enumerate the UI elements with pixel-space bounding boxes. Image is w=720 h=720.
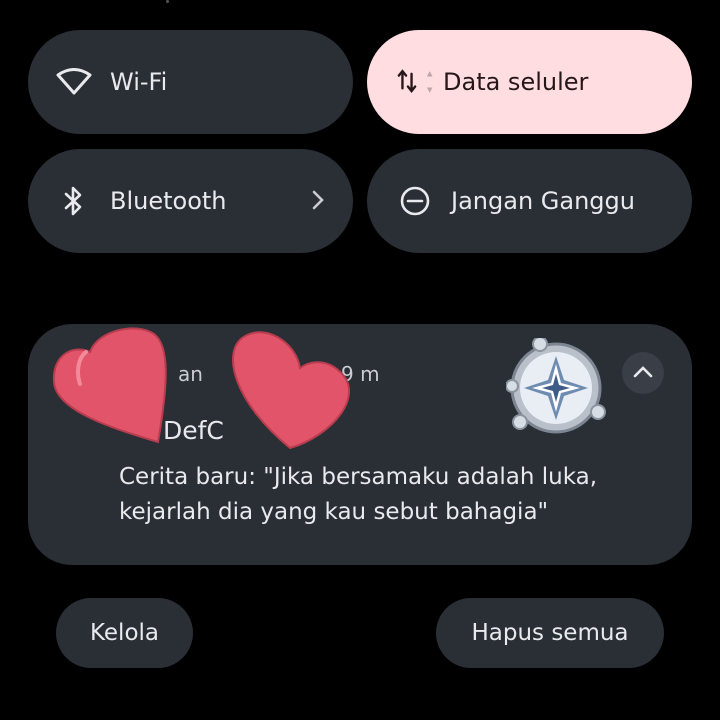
chevron-right-icon[interactable] bbox=[311, 187, 325, 219]
clear-all-button[interactable]: Hapus semua bbox=[436, 598, 664, 668]
notification-body: Cerita baru: "Jika bersamaku adalah luka… bbox=[119, 464, 598, 525]
status-bar-remnant bbox=[166, 0, 169, 3]
diamond-sticker-icon bbox=[505, 336, 610, 442]
wifi-tile[interactable]: Wi-Fi bbox=[28, 30, 353, 134]
bluetooth-tile[interactable]: Bluetooth bbox=[28, 149, 353, 253]
do-not-disturb-tile[interactable]: Jangan Ganggu bbox=[367, 149, 692, 253]
mobile-data-tile[interactable]: Data seluler bbox=[367, 30, 692, 134]
do-not-disturb-icon bbox=[395, 185, 435, 217]
collapse-notification-button[interactable] bbox=[622, 352, 664, 394]
wifi-label: Wi-Fi bbox=[110, 68, 168, 96]
wifi-icon bbox=[54, 68, 94, 96]
manage-button[interactable]: Kelola bbox=[56, 598, 193, 668]
mobile-data-arrows-icon bbox=[397, 67, 437, 97]
mobile-data-label: Data seluler bbox=[443, 68, 589, 96]
chevron-up-icon bbox=[632, 364, 654, 383]
bluetooth-icon bbox=[54, 186, 94, 216]
hearts-sticker bbox=[50, 324, 351, 463]
bluetooth-label: Bluetooth bbox=[110, 187, 227, 215]
dnd-label: Jangan Ganggu bbox=[451, 187, 635, 215]
notification-card[interactable]: an 9 m DefC Cerita baru: "Jika bersamaku… bbox=[28, 324, 692, 565]
